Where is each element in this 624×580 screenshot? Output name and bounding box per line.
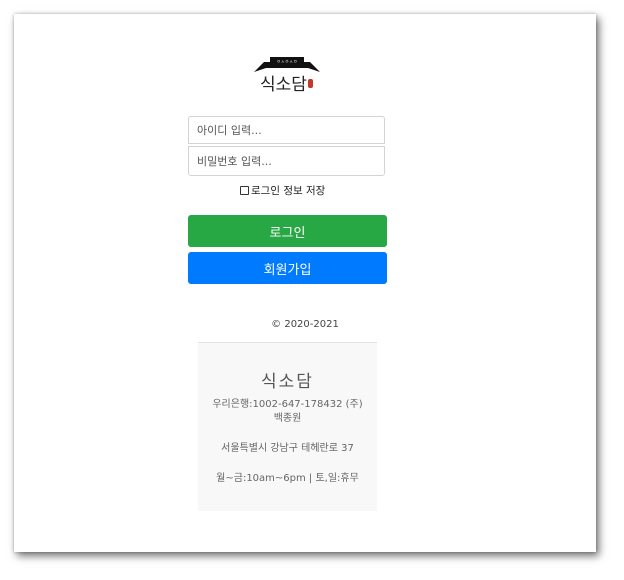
remember-checkbox[interactable] xyxy=(240,186,249,195)
footer-bank-info: 우리은행:1002-647-178432 (주)백종원 xyxy=(212,399,363,424)
copyright: © 2020-2021 xyxy=(271,319,339,330)
remember-label: 로그인 정보 저장 xyxy=(251,185,326,197)
brand-logo: ㅇㅅㅇㅅㅇ 식소담 xyxy=(252,54,322,98)
logo-banner-text: ㅇㅅㅇㅅㅇ xyxy=(277,60,298,65)
id-input[interactable] xyxy=(188,116,385,144)
logo-seal xyxy=(308,79,313,88)
browser-window: ㅇㅅㅇㅅㅇ 식소담 로그인 정보 저장 로그인 회원가입 © 2020-2021… xyxy=(14,14,596,552)
footer-card: 식소담 우리은행:1002-647-178432 (주)백종원 서울특별시 강남… xyxy=(198,342,377,511)
login-button[interactable]: 로그인 xyxy=(188,215,387,247)
remember-login[interactable]: 로그인 정보 저장 xyxy=(240,183,325,198)
footer-hours: 월~금:10am~6pm | 토,일:휴무 xyxy=(216,473,359,484)
password-input[interactable] xyxy=(188,146,385,176)
footer-title: 식소담 xyxy=(261,372,314,392)
logo-name: 식소담 xyxy=(260,75,307,95)
signup-button[interactable]: 회원가입 xyxy=(188,252,387,284)
footer-address: 서울특별시 강남구 테헤란로 37 xyxy=(221,443,354,454)
